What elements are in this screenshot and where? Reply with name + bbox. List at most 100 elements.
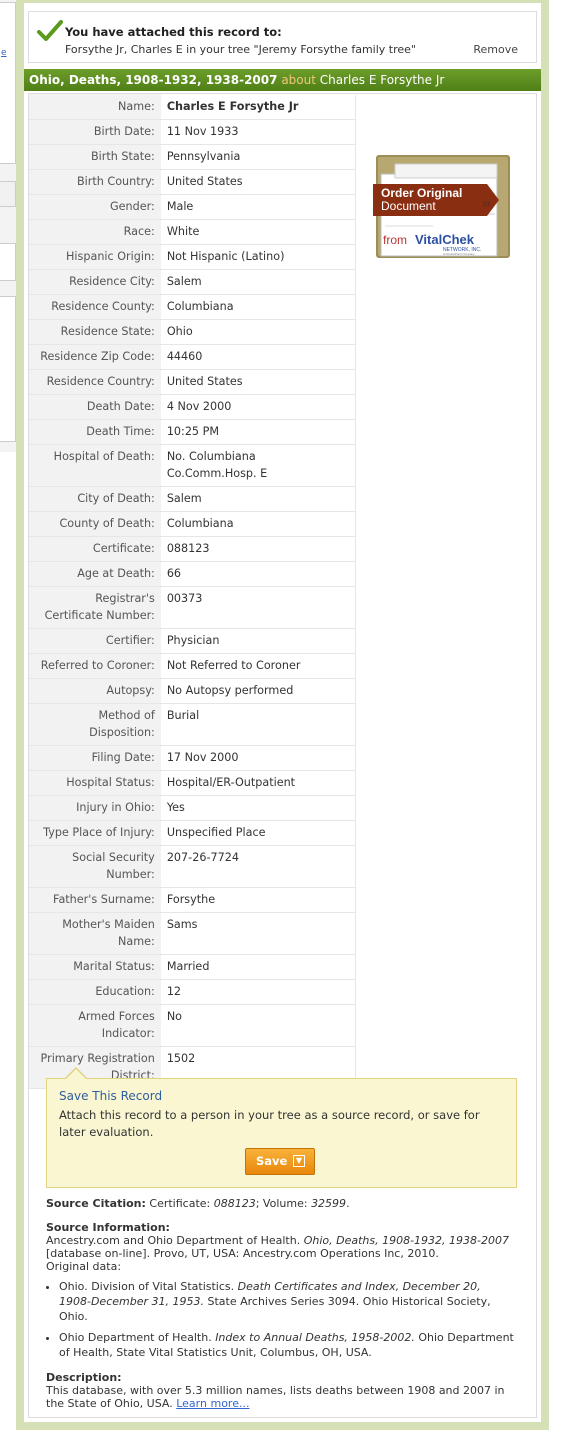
field-value: Hospital/ER-Outpatient (160, 770, 356, 796)
order-line2: Document (381, 199, 436, 213)
field-label: Injury in Ohio: (29, 795, 161, 821)
left-stub-link[interactable]: e (1, 48, 7, 58)
source-information: Source Information: Ancestry.com and Ohi… (46, 1221, 516, 1366)
table-row: Marital Status: Married (29, 954, 356, 980)
table-row: Certificate: 088123 (29, 536, 356, 562)
order-document-graphic: Order Original Document 53 from VitalChe… (373, 155, 510, 258)
table-row: Certifier: Physician (29, 628, 356, 654)
table-row: Residence Zip Code: 44460 (29, 344, 356, 370)
table-row: Residence City: Salem (29, 269, 356, 295)
field-label: Filing Date: (29, 745, 161, 771)
table-row: County of Death: Columbiana (29, 511, 356, 537)
vitalchek-logo: VitalChek (415, 232, 475, 247)
field-value: No. Columbiana Co.Comm.Hosp. E (160, 444, 356, 487)
table-row: Birth Date: 11 Nov 1933 (29, 119, 356, 145)
table-row: Birth Country: United States (29, 169, 356, 195)
field-label: Hospital Status: (29, 770, 161, 796)
field-label: Death Date: (29, 394, 161, 420)
field-label: Social Security Number: (29, 845, 161, 888)
table-row: Hospital of Death: No. Columbiana Co.Comm… (29, 444, 356, 487)
record-header-bar: Ohio, Deaths, 1908-1932, 1938-2007 about… (24, 69, 541, 91)
field-value: Not Referred to Coroner (160, 653, 356, 679)
checkmark-icon (37, 19, 63, 42)
table-row: Type Place of Injury: Unspecified Place (29, 820, 356, 846)
person-name-link[interactable]: Charles E Forsythe Jr (320, 73, 445, 87)
field-value: United States (160, 169, 356, 195)
attached-subtitle: Forsythe Jr, Charles E in your tree "Jer… (65, 43, 416, 56)
save-button[interactable]: Save ▼ (245, 1148, 315, 1175)
remove-link[interactable]: Remove (473, 43, 518, 56)
original-data-list: Ohio. Division of Vital Statistics. Deat… (46, 1279, 516, 1360)
field-label: Death Time: (29, 419, 161, 445)
table-row: Residence Country: United States (29, 369, 356, 395)
field-value: Columbiana (160, 511, 356, 537)
source-information-label: Source Information: (46, 1221, 170, 1234)
field-value: Yes (160, 795, 356, 821)
field-value: No (160, 1004, 356, 1047)
field-label: Name: (29, 95, 161, 120)
table-row: Hispanic Origin: Not Hispanic (Latino) (29, 244, 356, 270)
field-value: 66 (160, 561, 356, 587)
field-value: Burial (160, 703, 356, 746)
table-row: Autopsy: No Autopsy performed (29, 678, 356, 704)
field-value: 088123 (160, 536, 356, 562)
save-record-box: Save This Record Attach this record to a… (46, 1067, 517, 1188)
table-row: Race: White (29, 219, 356, 245)
field-value: Charles E Forsythe Jr (160, 95, 356, 120)
attached-title: You have attached this record to: (65, 25, 282, 39)
field-label: Referred to Coroner: (29, 653, 161, 679)
order-original-document-button[interactable]: Order Original Document 53 from VitalChe… (373, 154, 511, 260)
table-row: Residence County: Columbiana (29, 294, 356, 320)
left-panel-stub-3 (0, 243, 16, 281)
table-row: Age at Death: 66 (29, 561, 356, 587)
record-fields-table: Name: Charles E Forsythe Jr Birth Date: 11 … (29, 95, 356, 1089)
order-from: from (383, 233, 407, 247)
collection-title[interactable]: Ohio, Deaths, 1908-1932, 1938-2007 (29, 73, 277, 87)
certificate-number: 088123 (213, 1197, 256, 1210)
field-label: Age at Death: (29, 561, 161, 587)
table-row: Father's Surname: Forsythe (29, 887, 356, 913)
field-value: 10:25 PM (160, 419, 356, 445)
field-value: Unspecified Place (160, 820, 356, 846)
table-row: Hospital Status: Hospital/ER-Outpatient (29, 770, 356, 796)
field-value: Sams (160, 912, 356, 955)
field-label: Residence County: (29, 294, 161, 320)
field-label: Gender: (29, 194, 161, 220)
record-content: Name: Charles E Forsythe Jr Birth Date: 11 … (28, 93, 537, 1418)
table-row: Birth State: Pennsylvania (29, 144, 356, 170)
field-label: Residence City: (29, 269, 161, 295)
field-value: Physician (160, 628, 356, 654)
left-panel-stub-4 (0, 296, 16, 442)
field-label: Education: (29, 979, 161, 1005)
table-row: Mother's Maiden Name: Sams (29, 912, 356, 955)
field-value: 207-26-7724 (160, 845, 356, 888)
table-row: Armed Forces Indicator: No (29, 1004, 356, 1047)
table-row: Social Security Number: 207-26-7724 (29, 845, 356, 888)
field-value: 44460 (160, 344, 356, 370)
field-label: Race: (29, 219, 161, 245)
field-value: Pennsylvania (160, 144, 356, 170)
field-label: City of Death: (29, 486, 161, 512)
source-citation: Source Citation: Certificate: 088123; Vo… (46, 1197, 350, 1210)
table-row: Death Time: 10:25 PM (29, 419, 356, 445)
table-row: Name: Charles E Forsythe Jr (29, 95, 356, 120)
table-row: Registrar's Certificate Number: 00373 (29, 586, 356, 629)
chevron-down-icon[interactable]: ▼ (293, 1155, 305, 1167)
save-title: Save This Record (59, 1089, 163, 1103)
source-citation-label: Source Citation: (46, 1197, 146, 1210)
field-value: United States (160, 369, 356, 395)
field-value: Salem (160, 486, 356, 512)
field-label: Marital Status: (29, 954, 161, 980)
table-row: Death Date: 4 Nov 2000 (29, 394, 356, 420)
field-value: Salem (160, 269, 356, 295)
field-label: Armed Forces Indicator: (29, 1004, 161, 1047)
attached-notice: You have attached this record to: Forsyt… (28, 11, 537, 63)
volume-number: 32599 (311, 1197, 347, 1210)
field-value: No Autopsy performed (160, 678, 356, 704)
vitalchek-sub2: a ChoicePoint company (443, 252, 475, 256)
description: Description: This database, with over 5.… (46, 1371, 516, 1410)
left-panel-stub-2 (0, 181, 16, 207)
description-text: This database, with over 5.3 million nam… (46, 1384, 505, 1410)
learn-more-link[interactable]: Learn more... (176, 1397, 249, 1410)
record-panel: You have attached this record to: Forsyt… (16, 0, 549, 1430)
